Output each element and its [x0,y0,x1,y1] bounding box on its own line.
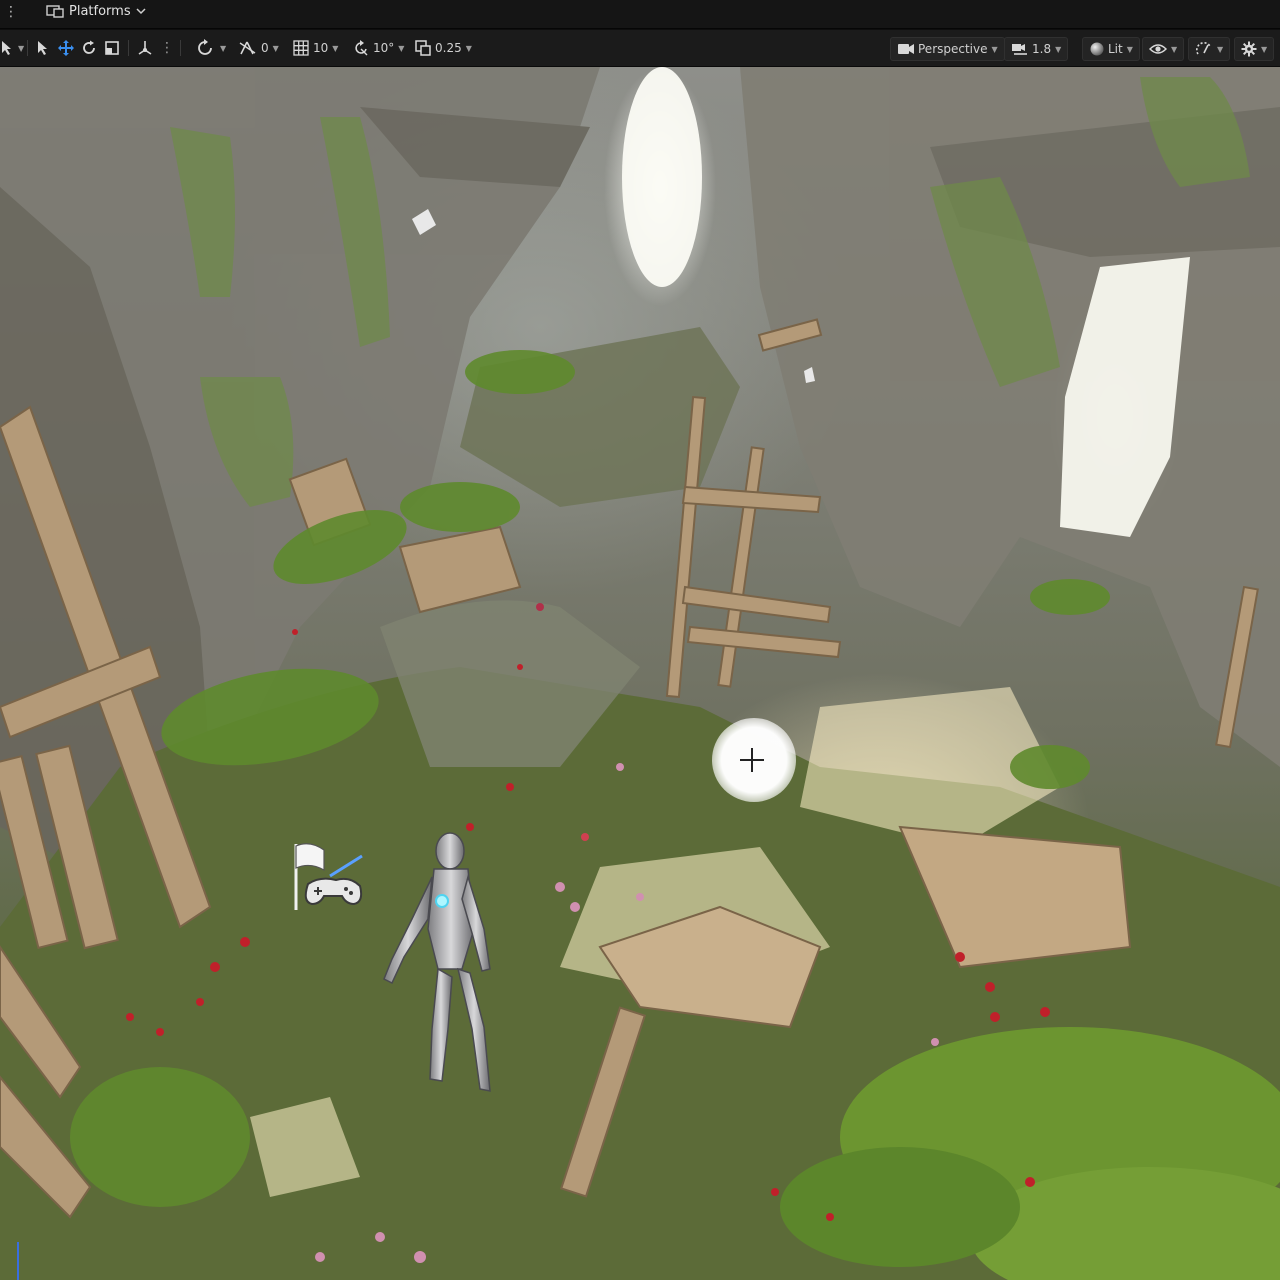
platforms-icon [46,3,64,19]
chevron-down-icon: ▼ [1261,44,1268,54]
toolbar-divider [180,40,181,56]
lit-sphere-icon [1089,41,1105,57]
grid-snap-value: 10 [313,41,329,55]
chevron-down-icon: ▼ [220,43,227,53]
sky-opening [622,67,702,287]
kebab-icon[interactable]: ⋮ [160,40,174,56]
move-arrows-icon [57,39,75,57]
grid-icon [292,39,310,57]
surface-snap-icon [196,39,216,57]
viewport-settings-dropdown[interactable]: ▼ [1234,37,1275,61]
menu-bar: ⋮ Platforms [0,0,1280,29]
rotation-snap-value: 10° [373,41,395,55]
kebab-icon[interactable]: ⋮ [4,1,18,25]
select-tool-button[interactable] [35,36,49,60]
realtime-dropdown[interactable]: ▼ [1188,37,1231,61]
chevron-down-icon [136,7,146,15]
translate-snap-dropdown[interactable]: 0 ▼ [238,36,279,60]
grid-snap-dropdown[interactable]: 10 ▼ [292,36,338,60]
rotate-tool-button[interactable] [80,36,98,60]
chevron-down-icon: ▼ [465,43,472,53]
coordinate-space-button[interactable]: ⋮ [136,36,174,60]
surface-snap-dropdown[interactable]: ▼ [196,36,226,60]
forest-ruins-scene [0,67,1280,1280]
gear-icon [1241,41,1257,57]
platforms-label: Platforms [69,3,131,19]
translate-tool-button[interactable] [57,36,75,60]
crosshair-cursor-icon [712,718,796,802]
show-flags-dropdown[interactable]: ▼ [1142,37,1185,61]
view-mode-dropdown[interactable]: Perspective ▼ [890,37,1005,61]
camera-speed-dropdown[interactable]: 1.8 ▼ [1004,37,1069,61]
coordinate-icon [136,39,154,57]
realtime-icon [1195,41,1213,57]
lighting-mode-dropdown[interactable]: Lit ▼ [1082,37,1140,61]
viewport-toolbar: ▼ ⋮ ▼ 0 ▼ 10 ▼ 10° ▼ 0.25 ▼ Perspective … [0,30,1280,67]
eye-icon [1149,42,1167,56]
chevron-down-icon: ▼ [1171,44,1178,54]
toolbar-divider [27,40,28,56]
chevron-down-icon: ▼ [332,43,339,53]
toolbar-divider [128,40,129,56]
scale-snap-icon [414,39,432,57]
player-start-icon[interactable] [290,842,364,914]
scale-tool-button[interactable] [104,36,120,60]
snap-icon [238,39,258,57]
chevron-down-icon: ▼ [1126,44,1133,54]
platforms-menu-button[interactable]: Platforms [46,0,146,22]
cursor-arrow-icon [0,40,14,56]
camera-speed-icon [1011,41,1029,57]
rotation-snap-icon [352,39,370,57]
scale-snap-value: 0.25 [435,41,462,55]
translate-snap-value: 0 [261,41,269,55]
view-mode-label: Perspective [918,42,988,56]
cursor-icon [35,40,49,56]
chevron-down-icon: ▼ [1217,44,1224,54]
scale-icon [104,40,120,56]
camera-speed-value: 1.8 [1032,42,1052,56]
rotation-snap-dropdown[interactable]: 10° ▼ [352,36,404,60]
chevron-down-icon: ▼ [991,44,998,54]
select-mode-dropdown[interactable]: ▼ [0,36,24,60]
lighting-mode-label: Lit [1108,42,1123,56]
scale-snap-dropdown[interactable]: 0.25 ▼ [414,36,472,60]
chevron-down-icon: ▼ [272,43,279,53]
camera-icon [897,42,915,56]
chevron-down-icon: ▼ [398,43,405,53]
level-viewport[interactable] [0,67,1280,1280]
chevron-down-icon: ▼ [1055,44,1062,54]
rotate-icon [80,39,98,57]
chevron-down-icon: ▼ [18,43,25,53]
mannequin-character[interactable] [372,829,522,1129]
